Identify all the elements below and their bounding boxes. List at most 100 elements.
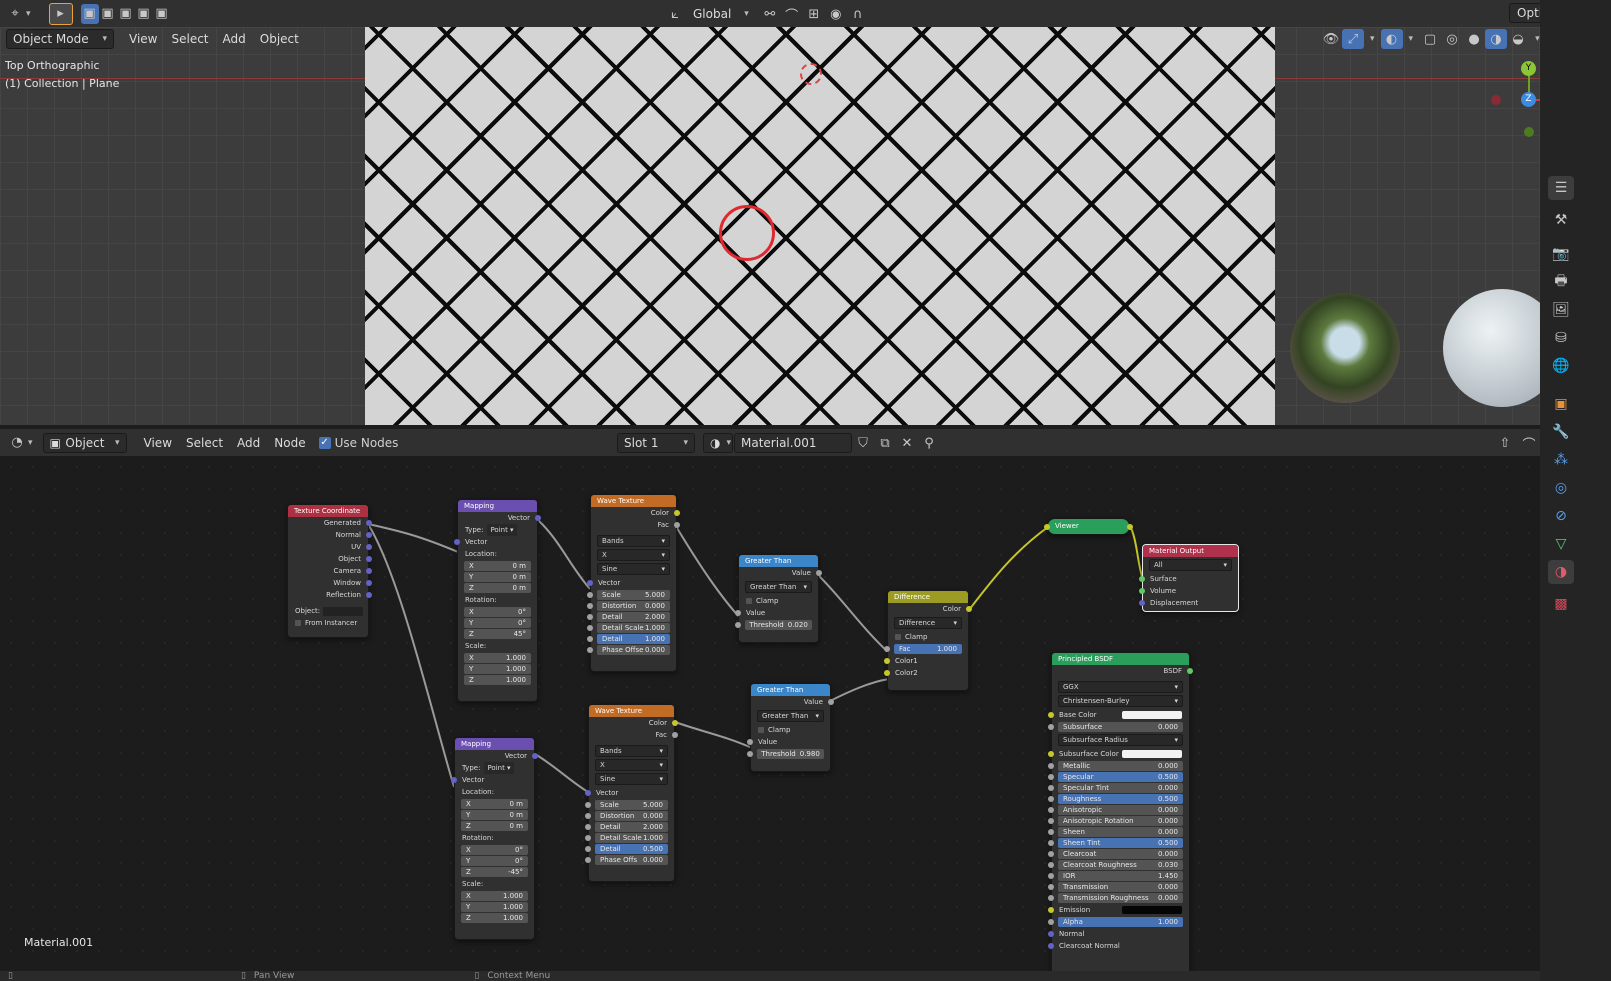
wave-type-select[interactable]: Bands ▾ (597, 535, 670, 547)
render-icon[interactable]: 📷 (1548, 242, 1574, 266)
scale-x-field[interactable]: X 1.000 (461, 891, 528, 901)
object-shader-type-select[interactable]: ▣ Object ▾ (42, 432, 127, 453)
socket[interactable] (1048, 931, 1054, 937)
emission-row[interactable]: Emission (1048, 904, 1189, 916)
checkbox-icon[interactable] (746, 598, 752, 604)
detail-field[interactable]: Detail 2.000 (585, 822, 668, 832)
snap-node-icon[interactable]: ⌒ (1518, 433, 1540, 453)
gizmo-toggle-icon[interactable]: ⤢ (1342, 29, 1364, 49)
select-tool-icon[interactable]: ▸ (48, 2, 73, 25)
axis-neg-x-ball[interactable] (1491, 95, 1501, 105)
direction-select[interactable]: X ▾ (595, 759, 668, 771)
chevron-down-icon[interactable]: ▾ (1535, 34, 1540, 44)
scale-z-field[interactable]: Z 1.000 (461, 913, 528, 923)
clamp-checkbox[interactable]: Clamp (751, 724, 830, 736)
scale-y-field[interactable]: Y 1.000 (461, 902, 528, 912)
input-color2[interactable]: Color2 (884, 667, 968, 679)
detail-scale-field[interactable]: Detail Scale 1.000 (585, 833, 668, 843)
bsdf-field-specular[interactable]: Specular 0.500 (1048, 772, 1183, 782)
operation-select[interactable]: Greater Than ▾ (745, 581, 812, 593)
overlays-icon[interactable]: ◐ (1380, 29, 1403, 49)
socket[interactable] (366, 568, 372, 574)
output-fac[interactable]: Fac (589, 729, 678, 741)
threshold-field[interactable]: Threshold 0.980 (747, 749, 824, 759)
chevron-down-icon[interactable]: ▾ (26, 9, 31, 19)
socket[interactable] (1048, 751, 1054, 757)
axis-z-ball[interactable]: Z (1521, 92, 1536, 107)
input-vector[interactable]: Vector (454, 536, 537, 548)
bsdf-field-anisotropic[interactable]: Anisotropic 0.000 (1048, 805, 1183, 815)
socket[interactable] (1139, 576, 1145, 582)
location-x-field[interactable]: X0 m (461, 799, 528, 809)
scale-field[interactable]: Scale 5.000 (585, 800, 668, 810)
socket[interactable] (735, 610, 741, 616)
socket[interactable] (674, 510, 680, 516)
node-header[interactable]: Mapping (455, 738, 534, 750)
subsurface-color-swatch[interactable] (1122, 750, 1182, 758)
socket[interactable] (1044, 524, 1050, 530)
socket[interactable] (884, 670, 890, 676)
slot-select[interactable]: Slot 1 ▾ (617, 433, 695, 453)
menu-view[interactable]: View (122, 29, 164, 49)
chevron-down-icon[interactable]: ▾ (1370, 34, 1375, 44)
rotation-z-field[interactable]: Z -45° (461, 867, 528, 877)
input-vector[interactable]: Vector (585, 787, 674, 799)
output-value[interactable]: Value (751, 696, 834, 708)
bsdf-field-sheen-tint[interactable]: Sheen Tint 0.500 (1048, 838, 1183, 848)
node-header[interactable]: Difference (888, 591, 968, 603)
socket[interactable] (816, 570, 822, 576)
node-header[interactable]: Wave Texture (589, 705, 674, 717)
bsdf-field-transmission-roughness[interactable]: Transmission Roughness 0.000 (1048, 893, 1183, 903)
subsurface-field[interactable]: Subsurface 0.000 (1048, 722, 1183, 732)
blend-mode-select[interactable]: Difference ▾ (894, 617, 962, 629)
output-uv[interactable]: UV (288, 541, 372, 553)
node-header[interactable]: Principled BSDF (1052, 653, 1189, 665)
output-object[interactable]: Object (288, 553, 372, 565)
world-icon[interactable]: 🌐 (1548, 354, 1574, 378)
material-browse-button[interactable]: ◑ ▾ (703, 433, 733, 453)
node-principled-bsdf[interactable]: Principled BSDF BSDF GGX ▾ Christensen-Bu… (1048, 652, 1193, 971)
checkbox-icon[interactable] (758, 727, 764, 733)
duplicate-material-icon[interactable]: ⧉ (874, 433, 896, 453)
axis-neg-y-ball[interactable] (1524, 127, 1534, 137)
bsdf-field-metallic[interactable]: Metallic 0.000 (1048, 761, 1183, 771)
socket[interactable] (532, 753, 538, 759)
location-z-field[interactable]: Z0 m (461, 821, 528, 831)
fake-user-shield-icon[interactable]: ⛉ (852, 433, 874, 453)
socket[interactable] (672, 732, 678, 738)
menu-add[interactable]: Add (216, 29, 253, 49)
socket[interactable] (587, 580, 593, 586)
scale-field[interactable]: Scale 5.000 (587, 590, 670, 600)
transform-orientation-select[interactable]: Global (686, 4, 738, 24)
checkbox-icon[interactable] (295, 620, 301, 626)
location-y-field[interactable]: Y0 m (461, 810, 528, 820)
output-color[interactable]: Color (591, 507, 680, 519)
object-data-icon[interactable]: ▽ (1548, 532, 1574, 556)
input-displacement[interactable]: Displacement (1139, 597, 1238, 609)
3d-viewport[interactable]: Object Mode ▾ View Select Add Object Top … (0, 27, 1540, 425)
scale-z-field[interactable]: Z 1.000 (464, 675, 531, 685)
select-subtract-icon[interactable]: ▣ (117, 4, 135, 24)
operation-select[interactable]: Greater Than ▾ (757, 710, 824, 722)
socket[interactable] (1048, 712, 1054, 718)
socket[interactable] (747, 739, 753, 745)
node-header[interactable]: Greater Than (751, 684, 830, 696)
output-bsdf[interactable]: BSDF (1052, 665, 1193, 677)
distortion-field[interactable]: Distortion 0.000 (585, 811, 668, 821)
node-editor[interactable]: Texture Coordinate Generated Normal UV O… (0, 456, 1580, 971)
distortion-field[interactable]: Distortion 0.000 (587, 601, 670, 611)
snap-target-icon[interactable]: ⊞ (803, 4, 825, 24)
direction-select[interactable]: X ▾ (597, 549, 670, 561)
bsdf-field-sheen[interactable]: Sheen 0.000 (1048, 827, 1183, 837)
socket[interactable] (366, 532, 372, 538)
object-picker[interactable]: Object: (288, 605, 368, 617)
editor-type-icon[interactable]: ◔ (6, 433, 28, 453)
node-header[interactable]: Viewer (1044, 519, 1133, 531)
rotation-y-field[interactable]: Y 0° (464, 618, 531, 628)
socket[interactable] (535, 515, 541, 521)
subsurface-radius-select[interactable]: Subsurface Radius ▾ (1058, 734, 1183, 746)
output-normal[interactable]: Normal (288, 529, 372, 541)
particles-icon[interactable]: ⁂ (1548, 448, 1574, 472)
output-generated[interactable]: Generated (288, 517, 372, 529)
socket[interactable] (828, 699, 834, 705)
